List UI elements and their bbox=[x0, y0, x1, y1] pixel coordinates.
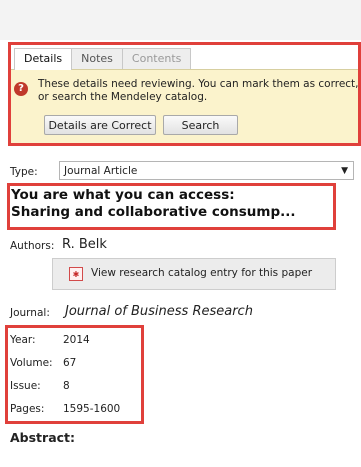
journal-value[interactable]: Journal of Business Research bbox=[65, 304, 253, 319]
review-message: These details need reviewing. You can ma… bbox=[38, 78, 359, 103]
pages-value[interactable]: 1595-1600 bbox=[63, 403, 120, 415]
mendeley-icon: ✱ bbox=[69, 267, 83, 281]
year-value[interactable]: 2014 bbox=[63, 334, 90, 346]
chevron-down-icon: ▼ bbox=[341, 166, 348, 176]
title-line-1: You are what you can access: bbox=[11, 187, 235, 203]
type-label: Type: bbox=[10, 166, 38, 178]
authors-label: Authors: bbox=[10, 240, 55, 252]
abstract-label: Abstract: bbox=[10, 430, 76, 445]
document-title[interactable]: You are what you can access: Sharing and… bbox=[11, 187, 351, 221]
details-correct-button[interactable]: Details are Correct bbox=[44, 115, 156, 135]
top-bar bbox=[0, 0, 361, 40]
review-panel: ? These details need reviewing. You can … bbox=[8, 69, 361, 143]
view-catalog-button[interactable]: ✱ View research catalog entry for this p… bbox=[52, 258, 336, 290]
authors-value[interactable]: R. Belk bbox=[62, 237, 107, 252]
search-button[interactable]: Search bbox=[163, 115, 238, 135]
pages-label: Pages: bbox=[10, 403, 45, 415]
volume-value[interactable]: 67 bbox=[63, 357, 76, 369]
tab-bar: Details Notes Contents bbox=[14, 48, 192, 70]
tab-notes[interactable]: Notes bbox=[71, 48, 123, 69]
type-value: Journal Article bbox=[64, 165, 138, 177]
issue-label: Issue: bbox=[10, 380, 41, 392]
issue-value[interactable]: 8 bbox=[63, 380, 70, 392]
volume-label: Volume: bbox=[10, 357, 53, 369]
journal-label: Journal: bbox=[10, 307, 50, 319]
warning-icon: ? bbox=[14, 82, 28, 96]
tab-details[interactable]: Details bbox=[14, 48, 73, 70]
type-dropdown[interactable]: Journal Article ▼ bbox=[59, 161, 354, 180]
tab-contents[interactable]: Contents bbox=[121, 48, 192, 69]
year-label: Year: bbox=[10, 334, 36, 346]
title-line-2: Sharing and collaborative consump... bbox=[11, 204, 296, 220]
catalog-label: View research catalog entry for this pap… bbox=[91, 267, 313, 279]
